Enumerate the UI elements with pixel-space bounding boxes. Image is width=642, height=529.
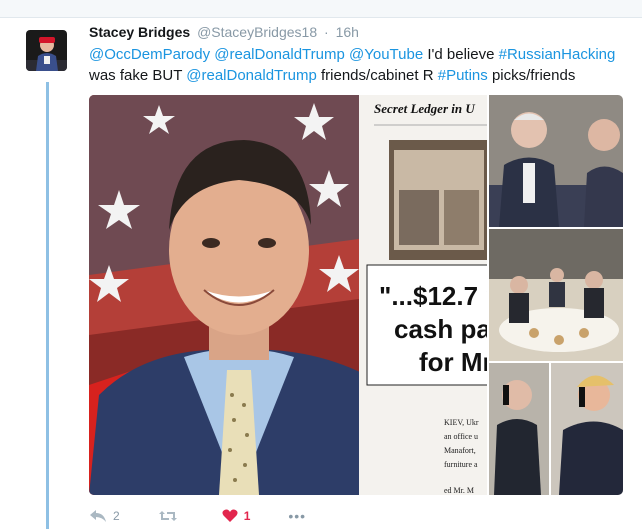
photo-banquet — [489, 229, 623, 361]
tweet-text-segment: friends/cabinet R — [321, 67, 434, 84]
more-options-icon[interactable]: ••• — [288, 508, 306, 524]
tweet-media-image[interactable]: Secret Ledger in U "...$12.7 millio cash… — [89, 95, 623, 495]
article-line-4: furniture a — [444, 460, 478, 469]
tweet-timestamp[interactable]: 16h — [336, 24, 359, 40]
hashtag-link[interactable]: #RussianHacking — [499, 46, 616, 63]
mention-link[interactable]: @YouTube — [349, 46, 423, 63]
mention-link[interactable]: @realDonaldTrump — [186, 67, 317, 84]
tweet-text: @OccDemParody @realDonaldTrump @YouTube … — [89, 44, 634, 86]
article-line-5: ed Mr. M — [444, 486, 474, 495]
like-button[interactable]: 1 — [222, 509, 251, 523]
avatar-image — [26, 30, 67, 71]
reply-icon — [90, 510, 106, 522]
avatar[interactable] — [26, 30, 67, 71]
tweet-text-segment: picks/friends — [491, 67, 576, 84]
tweet-header: Stacey Bridges @StaceyBridges18 · 16h — [89, 24, 359, 40]
newspaper-headline: Secret Ledger in U — [374, 101, 475, 116]
header-separator: · — [324, 24, 329, 40]
article-line-3: Manafort, — [444, 446, 476, 455]
reply-button[interactable]: 2 — [89, 509, 120, 523]
media-collage: Secret Ledger in U "...$12.7 millio cash… — [89, 95, 623, 495]
tweet-text-segment: was fake BUT — [89, 67, 183, 84]
photo-handshake — [489, 95, 623, 227]
reply-count: 2 — [113, 509, 120, 523]
tweet-actions: 2 1 ••• — [89, 505, 306, 527]
like-count: 1 — [243, 509, 251, 523]
previous-tweet-divider — [0, 0, 642, 18]
display-name[interactable]: Stacey Bridges — [89, 24, 190, 40]
retweet-button[interactable] — [158, 509, 184, 523]
heart-icon — [222, 509, 238, 522]
user-handle[interactable]: @StaceyBridges18 — [197, 24, 317, 40]
hashtag-link[interactable]: #Putins — [438, 67, 488, 84]
conversation-thread-line — [46, 82, 49, 529]
mention-link[interactable]: @realDonaldTrump — [214, 46, 345, 63]
article-line-1: KIEV, Ukr — [444, 418, 479, 427]
mention-link[interactable]: @OccDemParody — [89, 46, 210, 63]
tweet-text-segment: I'd believe — [427, 46, 495, 63]
article-line-2: an office u — [444, 432, 478, 441]
retweet-icon — [158, 511, 177, 521]
